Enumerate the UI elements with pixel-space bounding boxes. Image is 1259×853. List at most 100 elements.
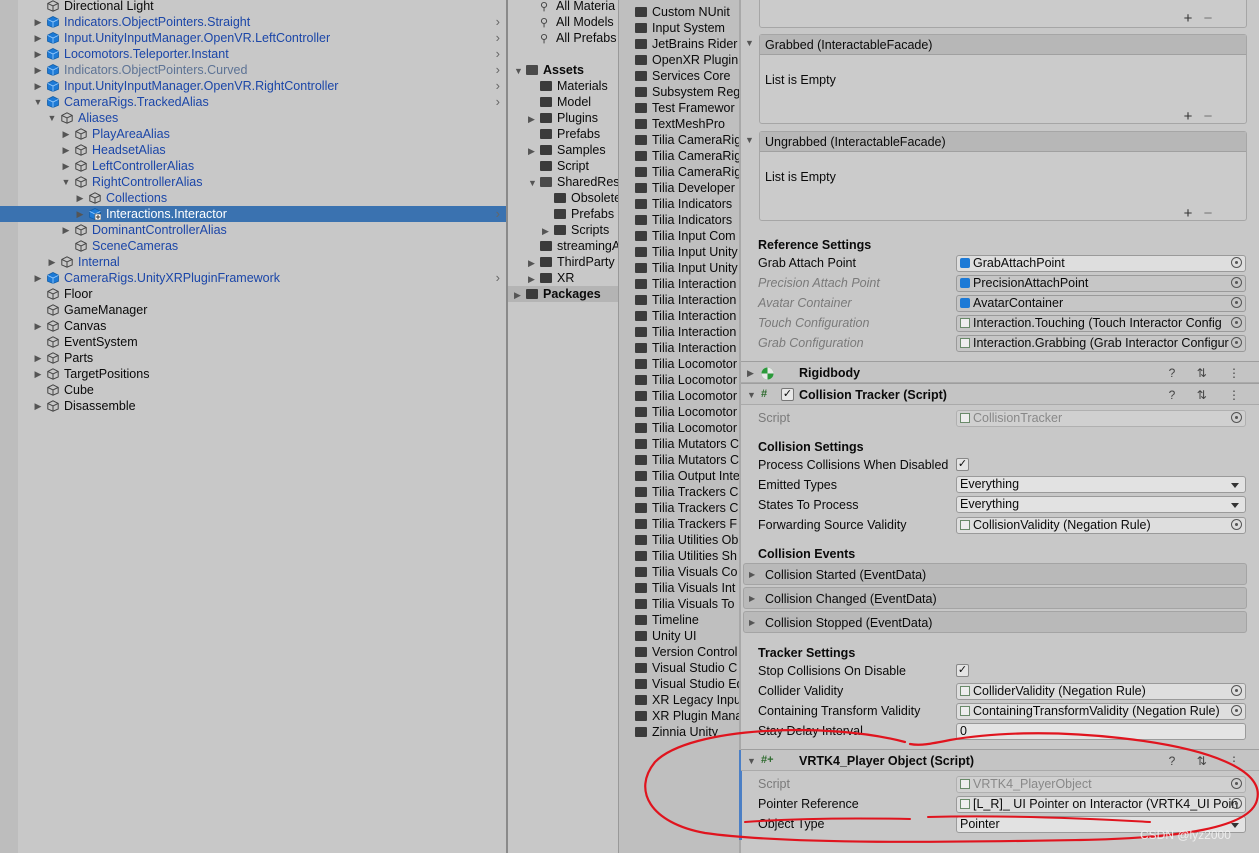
remove-button[interactable]: − bbox=[1198, 109, 1218, 124]
expanded-arrow-icon[interactable]: ▼ bbox=[528, 175, 540, 191]
collapsed-arrow-icon[interactable]: ▶ bbox=[61, 222, 71, 238]
open-prefab-chevron-icon[interactable]: › bbox=[496, 30, 500, 46]
package-folder-item[interactable]: Tilia Mutators C bbox=[635, 436, 739, 452]
package-folder-item[interactable]: Tilia Indicators bbox=[635, 212, 732, 228]
states-to-process-dropdown[interactable]: Everything bbox=[956, 496, 1246, 513]
project-tree-item[interactable]: ▼ Assets bbox=[514, 62, 584, 78]
hierarchy-item[interactable]: ▶ HeadsetAlias bbox=[0, 142, 506, 158]
collapsed-arrow-icon[interactable]: ▶ bbox=[528, 255, 540, 271]
project-tree-item[interactable]: Prefabs bbox=[542, 206, 614, 222]
component-context-icons[interactable]: ? ⇅ ⋮ bbox=[1169, 384, 1249, 406]
forwarding-validity-field[interactable]: CollisionValidity (Negation Rule) bbox=[956, 517, 1246, 534]
package-folder-item[interactable]: Visual Studio C bbox=[635, 660, 737, 676]
package-folder-item[interactable]: Tilia Interaction bbox=[635, 340, 736, 356]
hierarchy-item[interactable]: ▶ Input.UnityInputManager.OpenVR.RightCon… bbox=[0, 78, 506, 94]
project-tree-item[interactable]: ⚲ All Materia bbox=[528, 0, 615, 14]
hierarchy-item[interactable]: ▶ Parts bbox=[0, 350, 506, 366]
object-picker-icon[interactable] bbox=[1231, 297, 1242, 308]
collapsed-arrow-icon[interactable]: ▶ bbox=[75, 190, 85, 206]
package-folder-item[interactable]: Timeline bbox=[635, 612, 699, 628]
open-prefab-chevron-icon[interactable]: › bbox=[496, 206, 500, 222]
package-folder-item[interactable]: Tilia Visuals Int bbox=[635, 580, 735, 596]
collapsed-arrow-icon[interactable]: ▶ bbox=[528, 111, 540, 127]
collapsed-arrow-icon[interactable]: ▶ bbox=[542, 223, 554, 239]
expanded-arrow-icon[interactable]: ▼ bbox=[747, 750, 756, 772]
expanded-arrow-icon[interactable]: ▼ bbox=[47, 110, 57, 126]
containing-validity-field[interactable]: ContainingTransformValidity (Negation Ru… bbox=[956, 703, 1246, 720]
package-folder-item[interactable]: Tilia Developer bbox=[635, 180, 735, 196]
object-picker-icon[interactable] bbox=[1231, 277, 1242, 288]
project-tree-item[interactable]: Prefabs bbox=[528, 126, 600, 142]
hierarchy-item[interactable]: ▼ CameraRigs.TrackedAlias › bbox=[0, 94, 506, 110]
collapsed-arrow-icon[interactable]: ▶ bbox=[747, 362, 754, 384]
hierarchy-item[interactable]: ▶ Collections bbox=[0, 190, 506, 206]
collapsed-arrow-icon[interactable]: ▶ bbox=[47, 254, 57, 270]
collapsed-arrow-icon[interactable]: ▶ bbox=[33, 350, 43, 366]
vrtk-player-object-component-header[interactable]: ▼ #+ VRTK4_Player Object (Script) ? ⇅ ⋮ bbox=[741, 749, 1259, 771]
reference-field[interactable]: GrabAttachPoint bbox=[956, 255, 1246, 272]
hierarchy-item[interactable]: ▶ PlayAreaAlias bbox=[0, 126, 506, 142]
expanded-arrow-icon[interactable]: ▼ bbox=[61, 174, 71, 190]
project-tree-item[interactable]: Materials bbox=[528, 78, 608, 94]
package-folder-item[interactable]: Tilia Utilities Sh bbox=[635, 548, 737, 564]
hierarchy-item[interactable]: Cube bbox=[0, 382, 506, 398]
collider-validity-field[interactable]: ColliderValidity (Negation Rule) bbox=[956, 683, 1246, 700]
project-tree-item[interactable]: ▶ Packages bbox=[508, 286, 618, 302]
collision-tracker-component-header[interactable]: ▼ # ✓ Collision Tracker (Script) ? ⇅ ⋮ bbox=[741, 383, 1259, 405]
open-prefab-chevron-icon[interactable]: › bbox=[496, 94, 500, 110]
package-folder-item[interactable]: Subsystem Reg bbox=[635, 84, 739, 100]
package-folder-item[interactable]: Tilia Locomotor bbox=[635, 404, 737, 420]
package-folder-item[interactable]: Tilia Utilities Ob bbox=[635, 532, 738, 548]
package-folder-item[interactable]: Tilia Mutators C bbox=[635, 452, 739, 468]
package-folder-item[interactable]: Unity UI bbox=[635, 628, 696, 644]
object-picker-icon[interactable] bbox=[1231, 317, 1242, 328]
object-picker-icon[interactable] bbox=[1231, 705, 1242, 716]
grabbed-header[interactable]: Grabbed (InteractableFacade) bbox=[760, 35, 1246, 55]
remove-button[interactable]: − bbox=[1198, 11, 1218, 26]
package-folder-item[interactable]: Tilia Input Com bbox=[635, 228, 736, 244]
hierarchy-item[interactable]: SceneCameras bbox=[0, 238, 506, 254]
hierarchy-item[interactable]: ▶ LeftControllerAlias bbox=[0, 158, 506, 174]
hierarchy-item[interactable]: ▼ Aliases bbox=[0, 110, 506, 126]
object-picker-icon[interactable] bbox=[1231, 519, 1242, 530]
add-button[interactable]: + bbox=[1178, 109, 1198, 124]
reference-field[interactable]: Interaction.Grabbing (Grab Interactor Co… bbox=[956, 335, 1246, 352]
reference-field[interactable]: PrecisionAttachPoint bbox=[956, 275, 1246, 292]
collapsed-arrow-icon[interactable]: ▶ bbox=[75, 206, 85, 222]
ungrabbed-header[interactable]: Ungrabbed (InteractableFacade) bbox=[760, 132, 1246, 152]
project-tree-item[interactable]: ⚲ All Models bbox=[528, 14, 614, 30]
hierarchy-item[interactable]: Floor bbox=[0, 286, 506, 302]
package-folder-item[interactable]: Tilia Locomotor bbox=[635, 420, 737, 436]
collapsed-arrow-icon[interactable]: ▶ bbox=[528, 271, 540, 287]
collapsed-arrow-icon[interactable]: ▶ bbox=[33, 46, 43, 62]
package-folder-item[interactable]: TextMeshPro bbox=[635, 116, 725, 132]
collapsed-arrow-icon[interactable]: ▶ bbox=[514, 287, 526, 303]
project-tree-item[interactable]: ▶ ThirdParty bbox=[528, 254, 615, 270]
hierarchy-item[interactable]: ▶ Indicators.ObjectPointers.Curved › bbox=[0, 62, 506, 78]
package-folder-item[interactable]: Tilia Trackers C bbox=[635, 484, 738, 500]
project-tree-item[interactable]: ⚲ All Prefabs bbox=[528, 30, 616, 46]
project-tree-item[interactable]: ▼ SharedRes bbox=[528, 174, 618, 190]
package-folder-item[interactable]: Custom NUnit bbox=[635, 4, 730, 20]
package-folder-item[interactable]: Tilia Interaction bbox=[635, 308, 736, 324]
component-context-icons[interactable]: ? ⇅ ⋮ bbox=[1169, 362, 1249, 384]
reference-field[interactable]: AvatarContainer bbox=[956, 295, 1246, 312]
ungrabbed-foldout-arrow[interactable]: ▼ bbox=[745, 135, 754, 145]
package-folder-item[interactable]: Tilia Input Unity bbox=[635, 244, 738, 260]
collapsed-arrow-icon[interactable]: ▶ bbox=[61, 142, 71, 158]
add-button[interactable]: + bbox=[1178, 206, 1198, 221]
package-folder-item[interactable]: Tilia Interaction bbox=[635, 324, 736, 340]
project-tree-item[interactable]: ▶ Scripts bbox=[542, 222, 609, 238]
project-tree-item[interactable]: ▶ Plugins bbox=[528, 110, 598, 126]
hierarchy-item[interactable]: ▼ RightControllerAlias bbox=[0, 174, 506, 190]
package-folder-item[interactable]: Version Control bbox=[635, 644, 737, 660]
collapsed-arrow-icon[interactable]: ▶ bbox=[33, 78, 43, 94]
project-tree-item[interactable]: ▶ Samples bbox=[528, 142, 606, 158]
package-folder-item[interactable]: Tilia Output Inte bbox=[635, 468, 739, 484]
hierarchy-item[interactable]: EventSystem bbox=[0, 334, 506, 350]
collapsed-arrow-icon[interactable]: ▶ bbox=[528, 143, 540, 159]
emitted-types-dropdown[interactable]: Everything bbox=[956, 476, 1246, 493]
package-folder-item[interactable]: Services Core bbox=[635, 68, 731, 84]
project-tree-item[interactable]: Script bbox=[528, 158, 589, 174]
package-folder-item[interactable]: Visual Studio Ed bbox=[635, 676, 739, 692]
